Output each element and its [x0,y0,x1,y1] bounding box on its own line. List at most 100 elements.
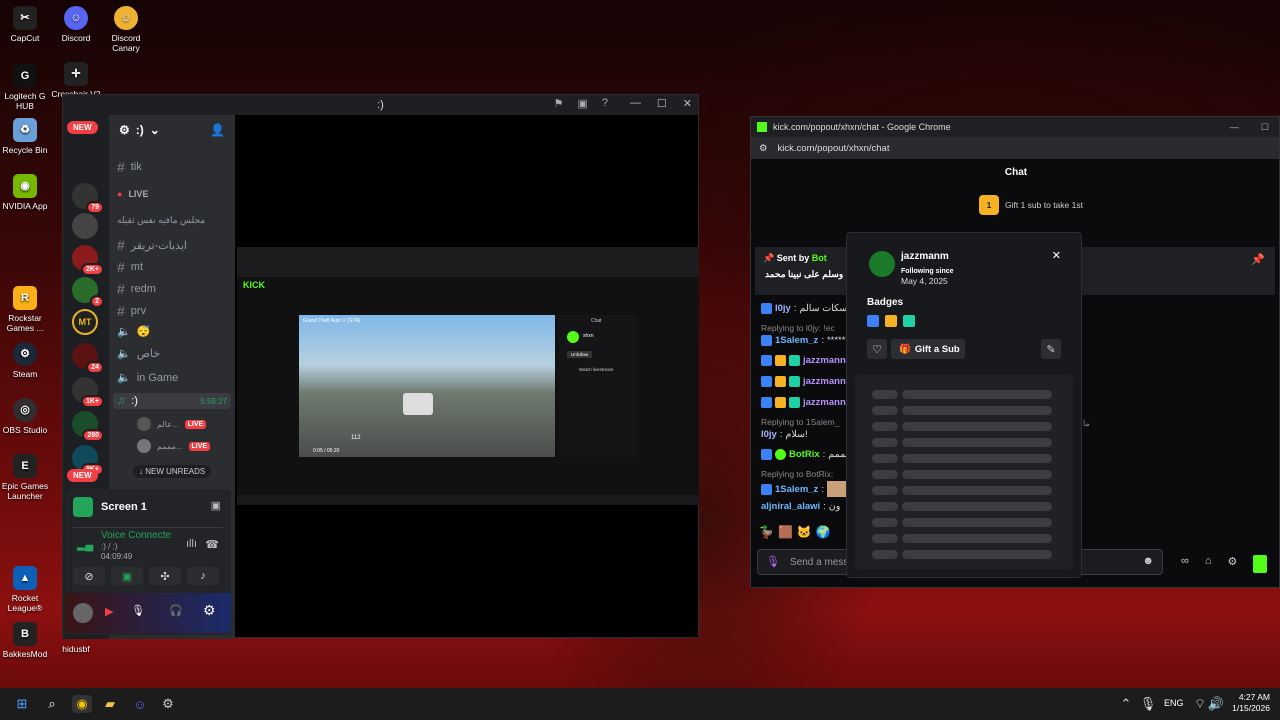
site-settings-icon[interactable]: ⚙ [759,143,768,154]
mod-action-icon[interactable]: ✎ [1041,339,1061,359]
inbox-icon[interactable]: ▣ [577,97,587,110]
gift-sub-button[interactable]: 🎁 Gift a Sub [891,339,965,359]
microphone-icon[interactable]: 🎙 [766,555,780,568]
desktop-icon-steam[interactable]: ⚙ Steam [0,342,53,379]
minimize-icon[interactable]: — [1230,122,1239,133]
noise-suppression-icon[interactable]: ıllı [186,538,197,550]
channel-redm[interactable]: # redm [117,281,156,297]
emoji-icon[interactable]: ☻ [1142,555,1154,567]
screen-share-icon[interactable]: ▣ [111,567,143,585]
server-icon[interactable]: 2 [72,277,104,308]
desktop-icon-nvidia[interactable]: ◉ NVIDIA App [0,174,53,211]
send-button[interactable] [1253,555,1268,573]
soundboard-icon[interactable]: ♪ [187,567,219,585]
follow-heart-button[interactable]: ♡ [867,339,887,359]
emote-icon[interactable]: 🌍 [816,525,831,539]
desktop-icon-capcut[interactable]: ✂ CapCut [0,6,53,43]
server-icon[interactable]: 24 [72,343,104,374]
voice-channel-active[interactable]: ♫:) 5:58:27 [113,393,231,409]
inbox-flag-icon[interactable]: ⚑ [554,97,564,110]
server-icon-mt[interactable]: MT [72,309,98,335]
desktop-icon-logitech[interactable]: G Logitech G HUB [0,64,53,111]
chat-message[interactable]: 1Salem_z: [761,481,849,497]
camera-icon[interactable]: ▶ [105,605,113,618]
desktop-icon-bakkesmod[interactable]: B BakkesMod [0,622,53,659]
desktop-icon-epic[interactable]: E Epic Games Launcher [0,454,53,501]
avatar[interactable] [73,603,93,623]
server-header[interactable]: ⚙:) ⌄ [119,123,160,137]
chat-message[interactable]: jazzmann [761,397,846,408]
desktop-icon-discord-canary[interactable]: ☺ Discord Canary [98,6,154,53]
channel-triggers[interactable]: # ايديات-تريقر [117,237,187,253]
chat-users-icon[interactable]: ∞ [1181,555,1189,573]
voice-channel-sleep[interactable]: 🔈 😴 [117,325,150,338]
channel-mt[interactable]: # mt [117,259,143,275]
server-icon[interactable]: 280 [72,411,104,442]
volume-icon[interactable]: 🔊 [1206,695,1226,713]
server-icon[interactable] [72,213,98,239]
new-unreads-pill[interactable]: ↓ NEW UNREADS [133,465,212,478]
chat-message[interactable]: 1Salem_z: ******* [761,335,853,346]
category-live[interactable]: ● LIVE [117,189,148,199]
windows-start-icon[interactable]: ⊞ [12,695,32,713]
avatar[interactable] [869,251,895,277]
chat-message[interactable]: l0jy: سلام! [761,429,808,440]
voice-user[interactable]: مممم... LIVE [137,439,211,453]
minimize-icon[interactable]: — [630,97,641,110]
desktop-icon-hidusbf[interactable]: hidusbf [48,644,104,654]
steam-icon[interactable]: ⚙ [158,695,178,713]
chrome-icon[interactable]: ◉ [72,695,92,713]
category-majlis[interactable]: مجلس مافيه نفس ثقيله [117,215,205,226]
server-icon[interactable]: 9K+ [72,445,104,476]
disconnect-icon[interactable]: ☎ [205,538,219,551]
desktop-icon-obs[interactable]: ◎ OBS Studio [0,398,53,435]
voice-channel-private[interactable]: 🔈 خاص [117,347,160,360]
maximize-icon[interactable]: ☐ [657,97,667,110]
chevron-up-icon[interactable]: ⌃ [1116,695,1136,713]
voice-channel-ingame[interactable]: 🔈 in Game [117,371,178,385]
help-icon[interactable]: ? [602,97,608,110]
voice-user[interactable]: عالم... LIVE [137,417,207,431]
stream-video[interactable]: Grand Theft Auto V (GTA) 112 0:05 / 05:2… [299,315,555,457]
channel-tik[interactable]: # tik [117,159,142,175]
add-member-icon[interactable]: 👤 [210,123,225,137]
activities-icon[interactable]: ✣ [149,567,181,585]
emote-icon[interactable]: 🐱 [797,525,812,539]
file-explorer-icon[interactable]: ▰ [100,695,120,713]
chat-message[interactable]: aljniral_alawi: ون [761,501,840,512]
address-bar[interactable]: ⚙ kick.com/popout/xhxn/chat [751,137,1279,159]
chat-message[interactable]: BotRix: ظيممم [761,449,856,460]
microphone-icon[interactable]: 🎙 [131,604,145,617]
chat-settings-icon[interactable]: ⚙ [1228,555,1238,573]
headphones-icon[interactable]: 🎧 [169,604,183,617]
camera-off-icon[interactable]: ⊘ [73,567,105,585]
channel-prv[interactable]: # prv [117,303,146,319]
gift-goal[interactable]: 1 Gift 1 sub to take 1st [979,195,1083,215]
maximize-icon[interactable]: ☐ [1261,122,1269,133]
microphone-icon[interactable]: 🎙 [1138,695,1158,713]
clock[interactable]: 4:27 AM 1/15/2026 [1228,692,1270,714]
search-icon[interactable]: ⌕ [42,695,62,713]
discord-icon[interactable]: ☺ [130,695,150,713]
emote-icon[interactable]: 🟫 [778,525,793,539]
pin-icon[interactable]: 📌 [1251,253,1265,266]
server-icon[interactable]: 79 [72,183,104,214]
desktop-icon-rocket-league[interactable]: ▲ Rocket League® [0,566,53,613]
screen-share-stream[interactable]: KICK Grand Theft Auto V (GTA) 112 0:05 /… [237,247,699,505]
chat-message[interactable]: jazzmann [761,355,846,366]
gift-icon[interactable]: ⌂ [1205,555,1212,573]
server-icon[interactable]: 2K+ [72,245,104,276]
stop-share-icon[interactable]: ▣ [211,499,221,512]
chat-message[interactable]: jazzmann [761,376,846,387]
settings-gear-icon[interactable]: ⚙ [203,602,216,619]
new-pill[interactable]: NEW [67,469,98,482]
server-icon[interactable]: 1K+ [72,377,104,408]
close-icon[interactable]: ✕ [1052,249,1061,262]
desktop-icon-recycle-bin[interactable]: ♻ Recycle Bin [0,118,53,155]
skeleton-bar [872,422,898,431]
new-pill[interactable]: NEW [67,121,98,134]
emote-icon[interactable]: 🦆 [759,525,774,539]
desktop-icon-rockstar[interactable]: R Rockstar Games ... [0,286,53,333]
close-icon[interactable]: ✕ [683,97,692,110]
desktop-icon-discord[interactable]: ☺ Discord [48,6,104,43]
